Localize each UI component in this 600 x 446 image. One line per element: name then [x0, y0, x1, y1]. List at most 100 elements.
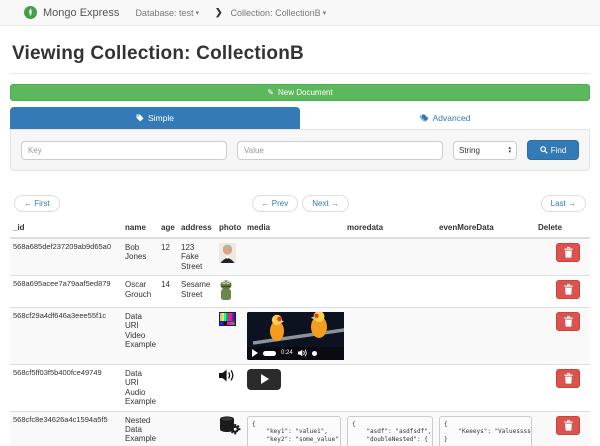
parrots-video-frame	[247, 312, 344, 348]
trash-icon	[564, 420, 573, 431]
doc-id: 568cf5ff03f5b400fce49749	[10, 364, 122, 411]
next-page-button[interactable]: Next →	[302, 195, 349, 212]
value-input[interactable]	[237, 141, 443, 160]
search-icon	[540, 146, 548, 154]
main-content: Viewing Collection: CollectionB ✎ New Do…	[0, 43, 600, 446]
doc-age	[158, 411, 178, 446]
video-controls[interactable]: 0:24	[247, 347, 344, 360]
audio-play-button[interactable]	[247, 369, 281, 390]
tab-simple-label: Simple	[148, 113, 174, 123]
type-select-value: String	[459, 146, 508, 155]
simple-search-panel: String ▴▾ Find	[10, 129, 590, 171]
play-icon[interactable]	[252, 349, 258, 357]
database-dropdown-label: Database: test	[135, 8, 193, 18]
header-delete: Delete	[535, 220, 590, 238]
doc-moredata	[344, 276, 436, 307]
doc-name: Nested Data Example	[122, 411, 158, 446]
doc-age	[158, 364, 178, 411]
trash-icon	[564, 316, 573, 327]
delete-button[interactable]	[556, 369, 580, 388]
doc-id: 568cf29a4df646a3eee55f1c	[10, 307, 122, 364]
video-player[interactable]: 0:24	[247, 312, 344, 360]
doc-address	[178, 364, 216, 411]
delete-button[interactable]	[556, 243, 580, 262]
doc-evenmoredata	[436, 276, 535, 307]
first-page-button[interactable]: ← First	[14, 195, 60, 212]
video-timestamp: 0:24	[281, 350, 293, 357]
progress-pill[interactable]	[263, 351, 276, 356]
play-icon	[261, 374, 269, 384]
tab-simple[interactable]: Simple	[10, 107, 300, 129]
doc-address	[178, 307, 216, 364]
doc-moredata	[344, 307, 436, 364]
new-document-label: New Document	[278, 88, 333, 97]
table-row[interactable]: 568a685def237209ab9d65a0 Bob Jones 12 12…	[10, 238, 590, 276]
volume-icon[interactable]	[298, 349, 307, 357]
doc-address	[178, 411, 216, 446]
find-button[interactable]: Find	[527, 140, 579, 160]
key-input[interactable]	[21, 141, 227, 160]
doc-name: Oscar Grouch	[122, 276, 158, 307]
doc-name: Data URI Audio Example	[122, 364, 158, 411]
doc-media	[244, 238, 344, 276]
tab-advanced-label: Advanced	[433, 113, 471, 123]
header-address: address	[178, 220, 216, 238]
fullscreen-icon[interactable]	[312, 351, 317, 356]
last-page-button[interactable]: Last →	[541, 195, 586, 212]
database-dropdown[interactable]: Database: test ▾	[135, 8, 199, 18]
table-row[interactable]: 568a695acee7a79aaf5ed879 Oscar Grouch 14…	[10, 276, 590, 307]
doc-id: 568a685def237209ab9d65a0	[10, 238, 122, 276]
moredata-json-block: { "asdf": "asdfsdf", "doubleNested": {	[347, 416, 433, 446]
trash-icon	[564, 373, 573, 384]
doc-moredata	[344, 364, 436, 411]
chevron-down-icon: ▾	[323, 9, 327, 17]
prev-page-button[interactable]: ← Prev	[252, 195, 299, 212]
header-id: _id	[10, 220, 122, 238]
doc-media	[244, 276, 344, 307]
table-row[interactable]: 568cf29a4df646a3eee55f1c Data URI Video …	[10, 307, 590, 364]
table-header-row: _id name age address photo media moredat…	[10, 220, 590, 238]
evenmoredata-json-block: { "Keeeys": "Valuessss" }	[439, 416, 532, 446]
delete-button[interactable]	[556, 312, 580, 331]
select-arrows-icon: ▴▾	[508, 146, 511, 154]
page-title: Viewing Collection: CollectionB	[12, 43, 588, 65]
header-evenmoredata: evenMoreData	[436, 220, 535, 238]
doc-id: 568cfc8e34626a4c1594a5f5	[10, 411, 122, 446]
doc-name: Data URI Video Example	[122, 307, 158, 364]
search-mode-tabs: Simple Advanced	[10, 107, 590, 129]
tv-test-pattern-photo	[219, 312, 236, 326]
chevron-down-icon: ▾	[195, 9, 199, 17]
breadcrumb-chevron-icon: ❯	[215, 7, 223, 18]
brand-link[interactable]: Mongo Express	[24, 6, 119, 19]
doc-moredata	[344, 238, 436, 276]
navbar: Mongo Express Database: test ▾ ❯ Collect…	[0, 0, 600, 26]
tab-advanced[interactable]: Advanced	[300, 107, 590, 129]
database-gear-photo	[219, 416, 241, 435]
doc-evenmoredata	[436, 307, 535, 364]
pagination: ← First ← Prev Next → Last →	[14, 195, 586, 212]
header-media: media	[244, 220, 344, 238]
doc-id: 568a695acee7a79aaf5ed879	[10, 276, 122, 307]
doc-address: Sesame Street	[178, 276, 216, 307]
tag-icon	[136, 114, 144, 122]
delete-button[interactable]	[556, 280, 580, 299]
brand-label: Mongo Express	[43, 7, 119, 19]
header-age: age	[158, 220, 178, 238]
table-row[interactable]: 568cf5ff03f5b400fce49749 Data URI Audio …	[10, 364, 590, 411]
title-divider	[10, 73, 590, 74]
collection-dropdown[interactable]: Collection: CollectionB ▾	[231, 8, 327, 18]
table-row[interactable]: 568cfc8e34626a4c1594a5f5 Nested Data Exa…	[10, 411, 590, 446]
new-document-button[interactable]: ✎ New Document	[10, 84, 590, 101]
pagination-center: ← Prev Next →	[60, 195, 541, 212]
doc-address: 123 Fake Street	[178, 238, 216, 276]
oscar-puppet-photo	[219, 280, 233, 300]
doc-age: 14	[158, 276, 178, 307]
doc-evenmoredata	[436, 364, 535, 411]
type-select[interactable]: String ▴▾	[453, 141, 517, 160]
media-json-block: { "key1": "value1", "key2": "some_value"	[247, 416, 341, 446]
header-moredata: moredata	[344, 220, 436, 238]
header-photo: photo	[216, 220, 244, 238]
delete-button[interactable]	[556, 416, 580, 435]
trash-icon	[564, 284, 573, 295]
collection-dropdown-label: Collection: CollectionB	[231, 8, 321, 18]
